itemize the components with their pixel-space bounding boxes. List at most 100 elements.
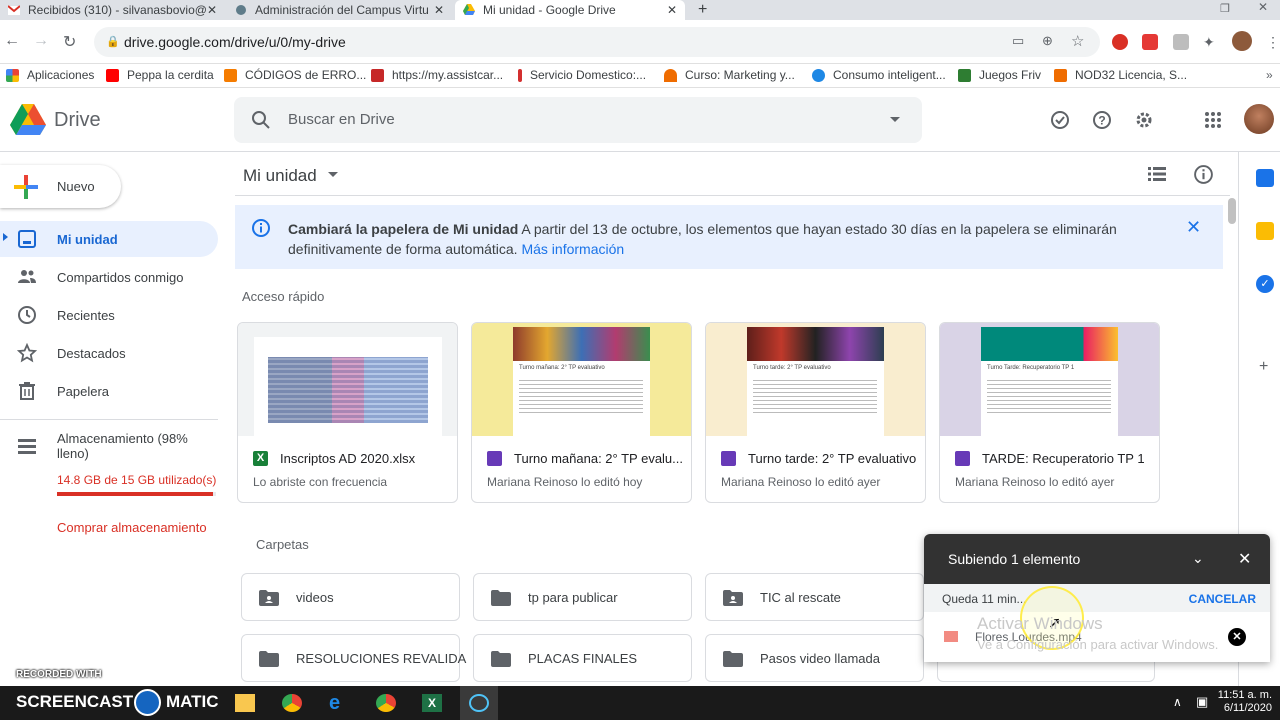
- drive-logo-text[interactable]: Drive: [54, 109, 101, 132]
- adblock-icon[interactable]: [1112, 34, 1128, 50]
- folder-item[interactable]: TIC al rescate: [705, 573, 924, 621]
- bookmark-item[interactable]: Juegos Friv: [958, 68, 1041, 82]
- folder-item[interactable]: PLACAS FINALES: [473, 634, 692, 682]
- puzzle-icon[interactable]: ✦: [1203, 34, 1219, 50]
- search-options-icon[interactable]: [890, 117, 900, 122]
- close-icon[interactable]: ✕: [1238, 549, 1251, 569]
- sidebar-item-storage[interactable]: Almacenamiento (98% lleno): [0, 428, 218, 464]
- offline-check-icon[interactable]: [1050, 110, 1070, 130]
- windows-taskbar: SCREENCAST MATIC e X ∧ ▣ 11:51 a. m. 6/1…: [0, 686, 1280, 720]
- upload-remaining: Queda 11 min...: [942, 592, 1027, 606]
- edge-icon[interactable]: e: [329, 693, 349, 713]
- calendar-icon[interactable]: [1256, 169, 1274, 187]
- settings-gear-icon[interactable]: [1134, 110, 1154, 130]
- folder-item[interactable]: RESOLUCIONES REVALIDA: [241, 634, 466, 682]
- storage-icon: [18, 439, 36, 454]
- account-avatar[interactable]: [1244, 104, 1274, 134]
- chrome-icon[interactable]: [282, 694, 302, 712]
- drive-logo-icon[interactable]: [10, 104, 46, 136]
- tab-gmail[interactable]: Recibidos (310) - silvanasbovio@ ✕: [0, 0, 225, 20]
- quick-access-card[interactable]: X Inscriptos AD 2020.xlsx Lo abriste con…: [237, 322, 458, 503]
- sidebar-item-my-drive[interactable]: Mi unidad: [0, 221, 218, 257]
- bookmark-apps[interactable]: Aplicaciones: [6, 68, 94, 82]
- sidebar-item-shared[interactable]: Compartidos conmigo: [0, 259, 218, 295]
- menu-icon[interactable]: ⋮: [1266, 34, 1280, 50]
- file-thumbnail: [238, 323, 457, 436]
- forms-icon: [487, 451, 502, 466]
- excel-icon[interactable]: X: [422, 694, 442, 712]
- sidebar-item-recent[interactable]: Recientes: [0, 297, 218, 333]
- expand-arrow-icon[interactable]: [3, 233, 8, 241]
- folder-item[interactable]: Pasos video llamada: [705, 634, 924, 682]
- bookmark-item[interactable]: CÓDIGOS de ERRO...: [224, 68, 366, 82]
- add-icon[interactable]: ⊕: [1042, 33, 1053, 49]
- close-window-icon[interactable]: ✕: [1258, 0, 1268, 14]
- new-tab-button[interactable]: +: [690, 0, 714, 20]
- close-tab-icon[interactable]: ✕: [434, 3, 444, 17]
- back-icon[interactable]: ←: [4, 32, 20, 50]
- file-explorer-icon[interactable]: [235, 694, 255, 712]
- apps-grid-icon: [6, 68, 19, 82]
- quick-access-card[interactable]: Turno mañana: 2° TP evaluativo Turno mañ…: [471, 322, 692, 503]
- activate-windows-watermark: Activar Windows: [977, 614, 1103, 633]
- servicio-icon: [518, 68, 522, 82]
- search-box[interactable]: Buscar en Drive: [234, 97, 922, 143]
- more-info-link[interactable]: Más información: [521, 241, 624, 257]
- keep-icon[interactable]: [1256, 222, 1274, 240]
- close-tab-icon[interactable]: ✕: [207, 3, 217, 17]
- video-extension-icon[interactable]: [1142, 34, 1158, 50]
- scrollbar-thumb[interactable]: [1228, 198, 1236, 224]
- folder-item[interactable]: tp para publicar: [473, 573, 692, 621]
- file-thumbnail: Turno tarde: 2° TP evaluativo: [706, 323, 925, 436]
- system-clock[interactable]: 11:51 a. m. 6/11/2020: [1218, 689, 1272, 715]
- tasks-icon[interactable]: ✓: [1256, 275, 1274, 293]
- cancel-upload-icon[interactable]: ✕: [1228, 628, 1246, 646]
- restore-window-icon[interactable]: ❐: [1220, 2, 1230, 15]
- apps-grid-icon[interactable]: [1203, 110, 1223, 130]
- extension-icon[interactable]: [1173, 34, 1189, 50]
- chevron-down-icon[interactable]: [328, 172, 338, 177]
- quick-access-card[interactable]: Turno tarde: 2° TP evaluativo Turno tard…: [705, 322, 926, 503]
- new-button[interactable]: Nuevo: [0, 165, 121, 208]
- upload-title: Subiendo 1 elemento: [948, 551, 1081, 567]
- bookmark-item[interactable]: Curso: Marketing y...: [664, 68, 795, 82]
- profile-avatar[interactable]: [1232, 31, 1252, 51]
- bookmarks-overflow-icon[interactable]: »: [1266, 68, 1273, 82]
- reload-icon[interactable]: ↻: [63, 32, 76, 52]
- sidebar-item-trash[interactable]: Papelera: [0, 373, 218, 409]
- help-icon[interactable]: ?: [1092, 110, 1112, 130]
- chevron-up-icon[interactable]: ∧: [1173, 695, 1182, 709]
- quick-access-card[interactable]: Turno Tarde: Recuperatorio TP 1 TARDE: R…: [939, 322, 1160, 503]
- recorder-icon[interactable]: [469, 694, 489, 712]
- search-icon[interactable]: [250, 109, 272, 131]
- bookmark-item[interactable]: NOD32 Licencia, S...: [1054, 68, 1187, 82]
- network-icon[interactable]: ▣: [1196, 694, 1208, 710]
- close-icon[interactable]: ✕: [1186, 217, 1201, 238]
- sidebar-item-starred[interactable]: Destacados: [0, 335, 218, 371]
- bookmark-item[interactable]: Servicio Domestico:...: [518, 68, 646, 82]
- search-input[interactable]: Buscar en Drive: [288, 111, 395, 128]
- campus-icon: [236, 5, 246, 15]
- buy-storage-link[interactable]: Comprar almacenamiento: [57, 520, 207, 535]
- address-bar[interactable]: 🔒 drive.google.com/drive/u/0/my-drive ▭ …: [94, 27, 1100, 57]
- info-icon[interactable]: [1193, 164, 1214, 185]
- folder-item[interactable]: videos: [241, 573, 460, 621]
- forward-icon[interactable]: →: [33, 32, 49, 50]
- close-tab-icon[interactable]: ✕: [667, 3, 677, 17]
- star-icon[interactable]: ☆: [1071, 32, 1084, 50]
- bookmark-item[interactable]: https://my.assistcar...: [371, 68, 503, 82]
- cancel-button[interactable]: CANCELAR: [1189, 592, 1256, 606]
- cast-icon[interactable]: ▭: [1012, 33, 1024, 49]
- tab-drive[interactable]: Mi unidad - Google Drive ✕: [455, 0, 685, 20]
- bookmark-item[interactable]: Consumo inteligent...: [812, 68, 946, 82]
- info-icon: [252, 219, 270, 237]
- add-addon-icon[interactable]: +: [1259, 358, 1268, 376]
- chrome-profile-icon[interactable]: [376, 694, 396, 712]
- tab-campus[interactable]: Administración del Campus Virtu ✕: [227, 0, 452, 20]
- tab-label: Administración del Campus Virtu: [255, 3, 429, 17]
- list-view-icon[interactable]: [1148, 166, 1168, 182]
- page-title[interactable]: Mi unidad: [243, 166, 317, 186]
- bookmark-item[interactable]: Peppa la cerdita: [106, 68, 214, 82]
- chevron-down-icon[interactable]: ⌄: [1192, 550, 1204, 567]
- star-icon: [17, 343, 37, 363]
